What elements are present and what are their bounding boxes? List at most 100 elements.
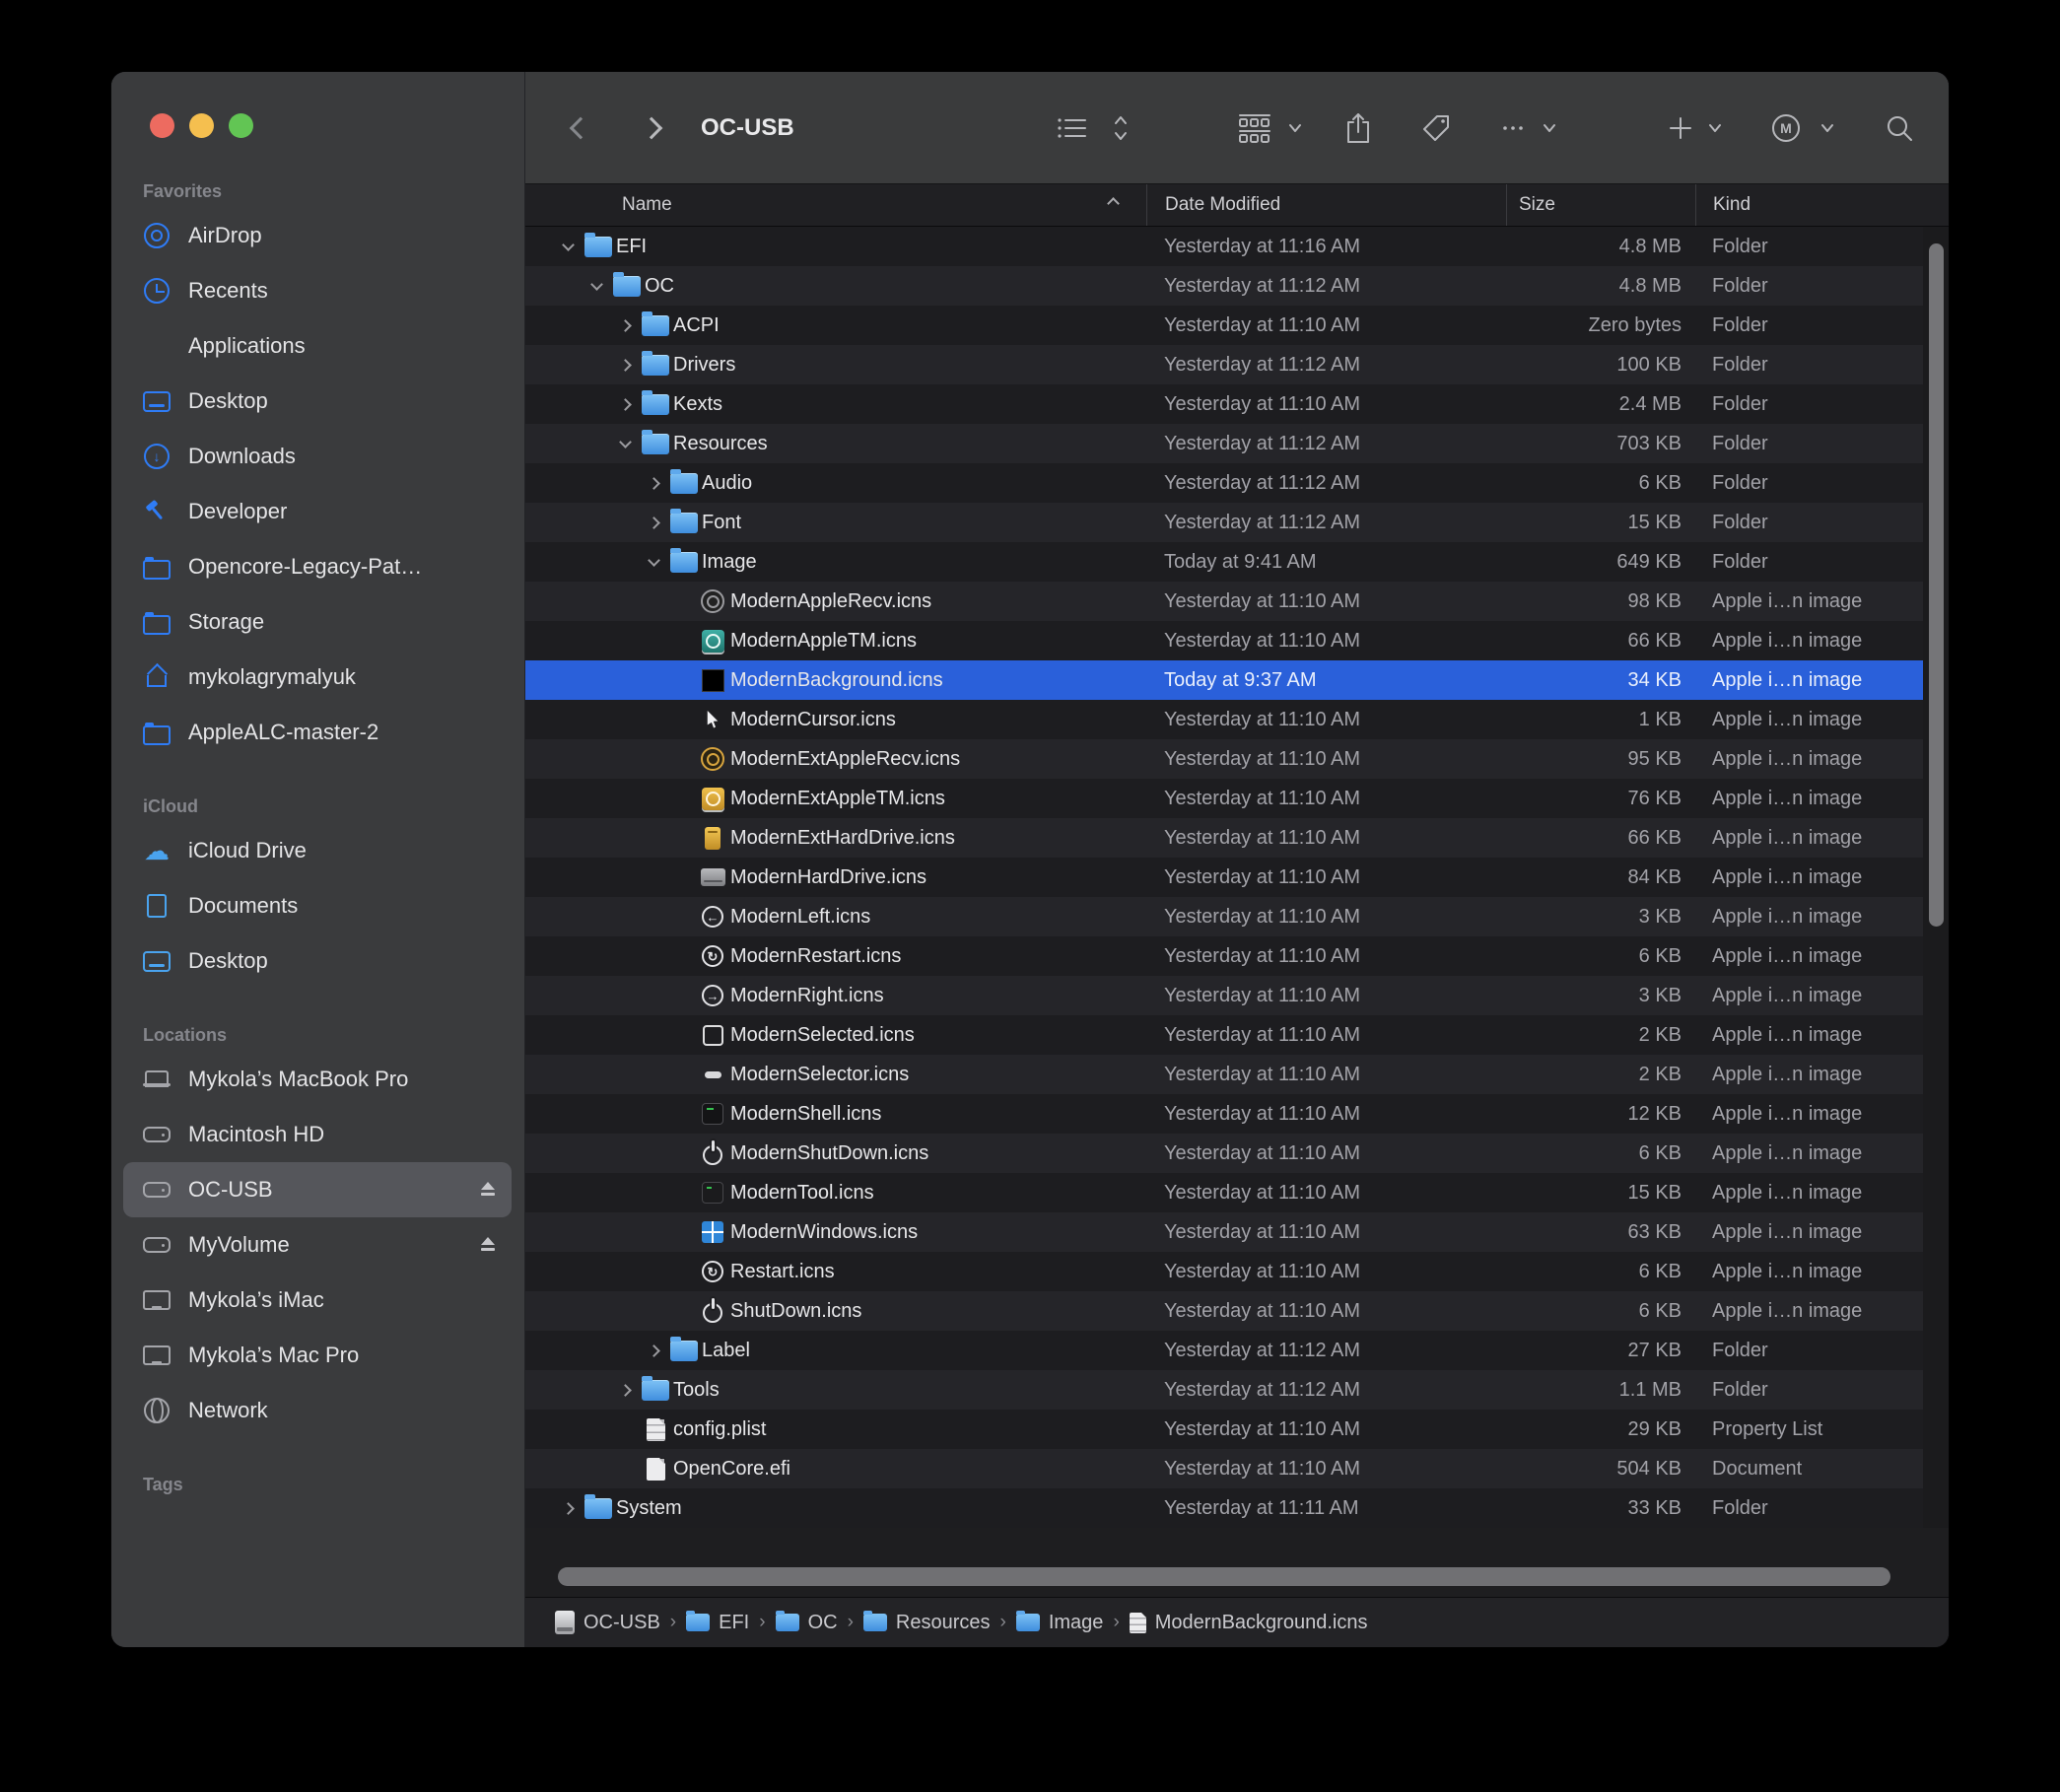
table-row[interactable]: KextsYesterday at 11:10 AM2.4 MBFolder: [525, 384, 1923, 424]
sidebar-item-oc-usb[interactable]: OC-USB: [123, 1162, 512, 1217]
search-button[interactable]: [1884, 72, 1915, 184]
close-window-button[interactable]: [150, 113, 174, 138]
table-row[interactable]: config.plistYesterday at 11:10 AM29 KBPr…: [525, 1410, 1923, 1449]
column-header-date-modified[interactable]: Date Modified: [1146, 184, 1506, 226]
table-row[interactable]: DriversYesterday at 11:12 AM100 KBFolder: [525, 345, 1923, 384]
group-menu-chevron[interactable]: [1286, 72, 1304, 184]
table-row[interactable]: ModernWindows.icnsYesterday at 11:10 AM6…: [525, 1212, 1923, 1252]
new-item-button[interactable]: [1667, 72, 1694, 184]
path-item-modernbackground-icns[interactable]: ModernBackground.icns: [1130, 1612, 1368, 1634]
vertical-scrollbar-track[interactable]: [1923, 227, 1949, 1528]
sidebar-item-myvolume[interactable]: MyVolume: [123, 1217, 512, 1273]
horizontal-scrollbar-thumb[interactable]: [558, 1567, 1890, 1586]
view-mode-toggle[interactable]: [1111, 72, 1131, 184]
tags-button[interactable]: [1420, 72, 1452, 184]
zoom-window-button[interactable]: [229, 113, 253, 138]
table-row[interactable]: ShutDown.icnsYesterday at 11:10 AM6 KBAp…: [525, 1291, 1923, 1331]
table-row[interactable]: ModernAppleTM.icnsYesterday at 11:10 AM6…: [525, 621, 1923, 660]
table-row[interactable]: LabelYesterday at 11:12 AM27 KBFolder: [525, 1331, 1923, 1370]
sidebar-item-mykola-s-imac[interactable]: Mykola’s iMac: [123, 1273, 512, 1328]
disclosure-closed-icon[interactable]: [555, 1504, 581, 1513]
disclosure-closed-icon[interactable]: [612, 400, 638, 409]
disclosure-open-icon[interactable]: [612, 442, 638, 447]
path-item-image[interactable]: Image: [1016, 1612, 1104, 1634]
sidebar-item-documents[interactable]: Documents: [123, 878, 512, 933]
sidebar-item-recents[interactable]: Recents: [123, 263, 512, 318]
account-chevron[interactable]: [1819, 72, 1836, 184]
table-row[interactable]: ModernExtAppleRecv.icnsYesterday at 11:1…: [525, 739, 1923, 779]
disclosure-closed-icon[interactable]: [641, 1346, 666, 1355]
view-mode-button[interactable]: [1056, 72, 1089, 184]
table-row[interactable]: ModernBackground.icnsToday at 9:37 AM34 …: [525, 660, 1923, 700]
table-row[interactable]: FontYesterday at 11:12 AM15 KBFolder: [525, 503, 1923, 542]
table-row[interactable]: ModernHardDrive.icnsYesterday at 11:10 A…: [525, 858, 1923, 897]
table-row[interactable]: OCYesterday at 11:12 AM4.8 MBFolder: [525, 266, 1923, 306]
back-button[interactable]: [573, 72, 588, 184]
column-header-name[interactable]: Name: [525, 184, 1146, 226]
table-row[interactable]: ImageToday at 9:41 AM649 KBFolder: [525, 542, 1923, 582]
path-item-oc-usb[interactable]: OC-USB: [555, 1611, 660, 1634]
table-row[interactable]: ←ModernLeft.icnsYesterday at 11:10 AM3 K…: [525, 897, 1923, 936]
sidebar-item-opencore-legacy-pat-[interactable]: Opencore-Legacy-Pat…: [123, 539, 512, 594]
path-item-efi[interactable]: EFI: [686, 1612, 749, 1634]
sidebar-item-icloud-drive[interactable]: iCloud Drive: [123, 823, 512, 878]
disclosure-open-icon[interactable]: [641, 560, 666, 565]
disclosure-closed-icon[interactable]: [641, 479, 666, 488]
table-row[interactable]: ModernShell.icnsYesterday at 11:10 AM12 …: [525, 1094, 1923, 1134]
sidebar-item-desktop[interactable]: Desktop: [123, 374, 512, 429]
more-actions-button[interactable]: [1497, 72, 1529, 184]
sidebar-item-network[interactable]: Network: [123, 1383, 512, 1438]
forward-button[interactable]: [644, 72, 659, 184]
account-button[interactable]: M: [1769, 72, 1803, 184]
table-row[interactable]: ResourcesYesterday at 11:12 AM703 KBFold…: [525, 424, 1923, 463]
sidebar-item-mykola-s-mac-pro[interactable]: Mykola’s Mac Pro: [123, 1328, 512, 1383]
eject-icon[interactable]: [478, 1235, 498, 1255]
sidebar-item-applications[interactable]: Applications: [123, 318, 512, 374]
table-row[interactable]: ↻Restart.icnsYesterday at 11:10 AM6 KBAp…: [525, 1252, 1923, 1291]
disclosure-closed-icon[interactable]: [612, 321, 638, 330]
disclosure-closed-icon[interactable]: [612, 361, 638, 370]
sidebar-item-macintosh-hd[interactable]: Macintosh HD: [123, 1107, 512, 1162]
table-row[interactable]: ModernExtAppleTM.icnsYesterday at 11:10 …: [525, 779, 1923, 818]
table-row[interactable]: →ModernRight.icnsYesterday at 11:10 AM3 …: [525, 976, 1923, 1015]
table-row[interactable]: EFIYesterday at 11:16 AM4.8 MBFolder: [525, 227, 1923, 266]
table-row[interactable]: ToolsYesterday at 11:12 AM1.1 MBFolder: [525, 1370, 1923, 1410]
table-row[interactable]: ↻ModernRestart.icnsYesterday at 11:10 AM…: [525, 936, 1923, 976]
table-row[interactable]: ModernAppleRecv.icnsYesterday at 11:10 A…: [525, 582, 1923, 621]
sidebar-item-mykolagrymalyuk[interactable]: mykolagrymalyuk: [123, 650, 512, 705]
share-button[interactable]: [1343, 72, 1373, 184]
path-item-resources[interactable]: Resources: [863, 1612, 991, 1634]
disclosure-closed-icon[interactable]: [612, 1386, 638, 1395]
sidebar-item-desktop[interactable]: Desktop: [123, 933, 512, 989]
path-item-oc[interactable]: OC: [776, 1612, 838, 1634]
table-row[interactable]: ModernSelector.icnsYesterday at 11:10 AM…: [525, 1055, 1923, 1094]
table-row[interactable]: ModernSelected.icnsYesterday at 11:10 AM…: [525, 1015, 1923, 1055]
table-row[interactable]: SystemYesterday at 11:11 AM33 KBFolder: [525, 1488, 1923, 1528]
disclosure-closed-icon[interactable]: [641, 518, 666, 527]
table-row[interactable]: ModernCursor.icnsYesterday at 11:10 AM1 …: [525, 700, 1923, 739]
disclosure-open-icon[interactable]: [555, 244, 581, 249]
path-bar: OC-USB›EFI›OC›Resources›Image›ModernBack…: [525, 1597, 1949, 1647]
table-row[interactable]: ACPIYesterday at 11:10 AMZero bytesFolde…: [525, 306, 1923, 345]
sidebar-item-label: Desktop: [188, 948, 268, 974]
table-row[interactable]: ModernTool.icnsYesterday at 11:10 AM15 K…: [525, 1173, 1923, 1212]
column-header-size[interactable]: Size: [1506, 184, 1695, 226]
new-item-chevron[interactable]: [1706, 72, 1724, 184]
sidebar-item-mykola-s-macbook-pro[interactable]: Mykola’s MacBook Pro: [123, 1052, 512, 1107]
sidebar-item-applealc-master-2[interactable]: AppleALC-master-2: [123, 705, 512, 760]
sidebar-item-downloads[interactable]: Downloads: [123, 429, 512, 484]
sidebar-item-storage[interactable]: Storage: [123, 594, 512, 650]
vertical-scrollbar-thumb[interactable]: [1929, 243, 1944, 927]
sidebar-item-airdrop[interactable]: AirDrop: [123, 208, 512, 263]
eject-icon[interactable]: [478, 1180, 498, 1200]
column-header-kind[interactable]: Kind: [1695, 184, 1949, 226]
table-row[interactable]: OpenCore.efiYesterday at 11:10 AM504 KBD…: [525, 1449, 1923, 1488]
more-actions-chevron[interactable]: [1541, 72, 1558, 184]
minimize-window-button[interactable]: [189, 113, 214, 138]
table-row[interactable]: ModernExtHardDrive.icnsYesterday at 11:1…: [525, 818, 1923, 858]
table-row[interactable]: AudioYesterday at 11:12 AM6 KBFolder: [525, 463, 1923, 503]
disclosure-open-icon[interactable]: [584, 284, 609, 289]
sidebar-item-developer[interactable]: Developer: [123, 484, 512, 539]
table-row[interactable]: ModernShutDown.icnsYesterday at 11:10 AM…: [525, 1134, 1923, 1173]
group-button[interactable]: [1237, 72, 1272, 184]
